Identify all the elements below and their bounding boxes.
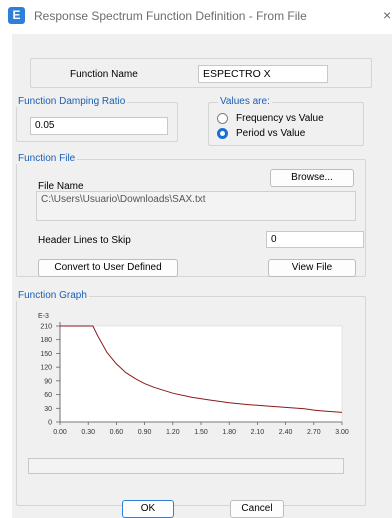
x-tick-label: 0.00 [53,429,67,436]
ok-button[interactable]: OK [122,500,174,518]
y-tick-label: 90 [44,378,52,385]
function-name-input[interactable]: ESPECTRO X [198,65,328,83]
cancel-button[interactable]: Cancel [230,500,284,518]
x-tick-label: 2.10 [251,429,265,436]
period-radio-label: Period vs Value [236,128,306,139]
x-tick-label: 1.20 [166,429,180,436]
damping-group-label: Function Damping Ratio [16,96,128,107]
x-tick-label: 0.60 [110,429,124,436]
period-radio[interactable] [217,128,228,139]
damping-ratio-input[interactable]: 0.05 [30,117,168,135]
frequency-radio-label: Frequency vs Value [236,113,324,124]
header-lines-label: Header Lines to Skip [38,235,131,246]
function-name-label: Function Name [70,69,138,80]
x-tick-label: 0.30 [81,429,95,436]
y-tick-label: 120 [40,365,52,372]
y-tick-label: 210 [40,324,52,331]
function-file-group-label: Function File [16,153,78,164]
dialog-body: Function Name ESPECTRO X Function Dampin… [12,34,392,518]
convert-to-user-defined-button[interactable]: Convert to User Defined [38,259,178,277]
y-multiplier-label: E-3 [38,313,49,320]
values-are-group-label: Values are: [218,96,272,107]
title-bar: E Response Spectrum Function Definition … [0,0,392,34]
x-tick-label: 1.80 [222,429,236,436]
y-tick-label: 30 [44,406,52,413]
x-tick-label: 0.90 [138,429,152,436]
app-icon: E [8,7,25,24]
browse-button[interactable]: Browse... [270,169,354,187]
x-tick-label: 3.00 [335,429,349,436]
function-graph-svg: E-3 210 180 150 120 90 60 30 00.00 0.30 0.60 0.90 1.… [38,313,349,436]
x-tick-label: 2.40 [279,429,293,436]
file-path-field[interactable]: C:\Users\Usuario\Downloads\SAX.txt [36,191,356,221]
function-graph-group-label: Function Graph [16,290,89,301]
y-tick-label: 150 [40,351,52,358]
function-graph: E-3 210 180 150 120 90 60 30 0 0.00 0.30 0.60 0.90 1.… [26,304,352,442]
y-tick-label: 180 [40,337,52,344]
y-tick-label: 60 [44,392,52,399]
values-are-group [208,102,364,146]
window-title: Response Spectrum Function Definition - … [34,9,307,23]
header-lines-input[interactable]: 0 [266,231,364,248]
frequency-radio[interactable] [217,113,228,124]
x-tick-label: 1.50 [194,429,208,436]
plot-area [59,325,343,423]
view-file-button[interactable]: View File [268,259,356,277]
y-tick-label: 0 [48,420,52,427]
close-icon[interactable]: × [383,7,391,23]
x-tick-label: 2.70 [307,429,321,436]
graph-status-field [28,458,344,474]
